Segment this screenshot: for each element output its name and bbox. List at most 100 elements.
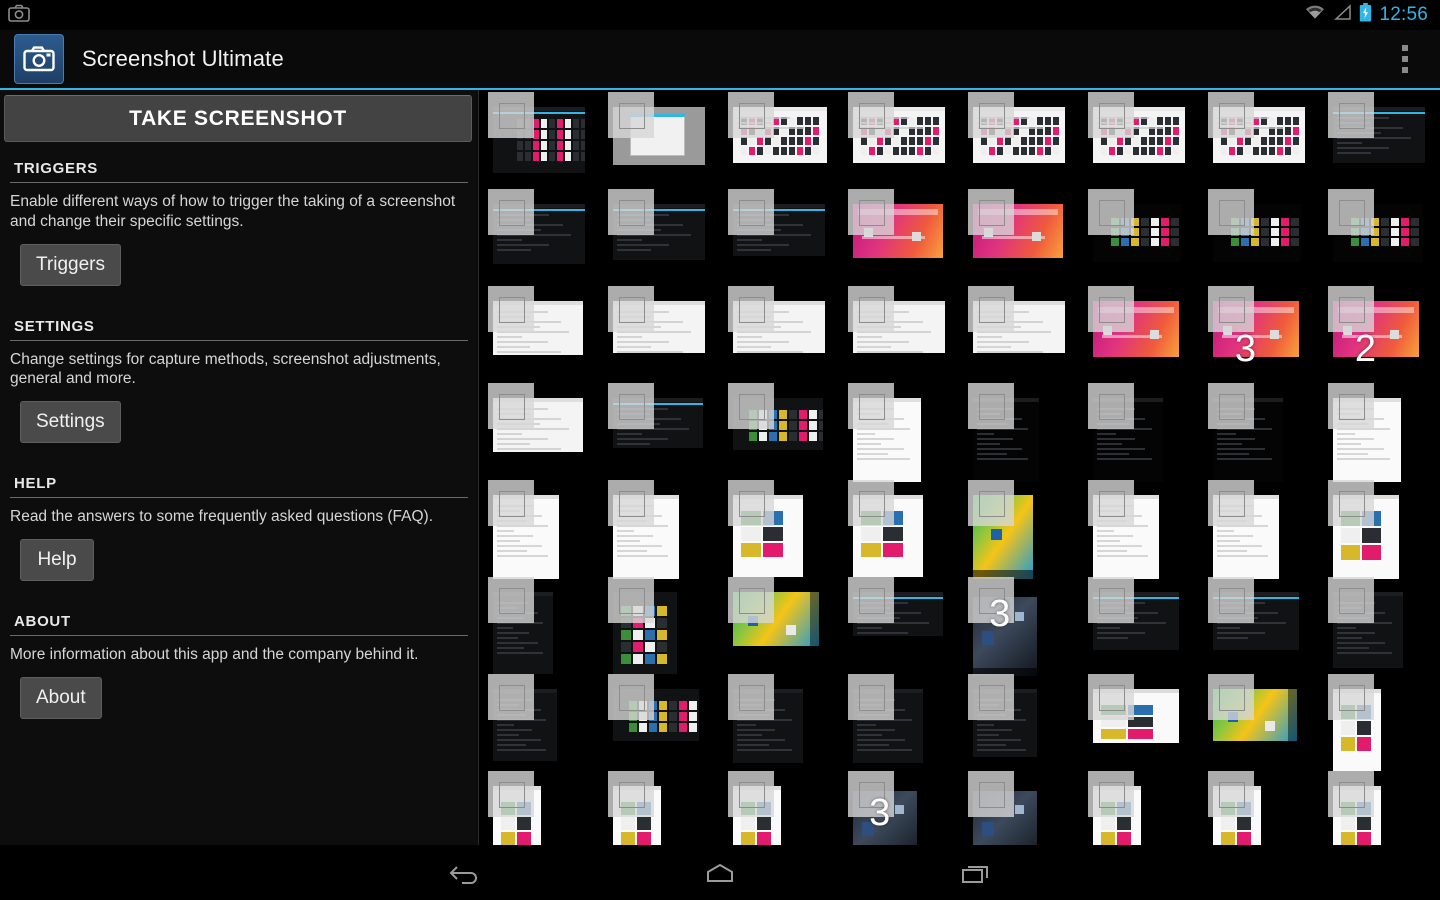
gallery-cell[interactable]	[724, 92, 844, 189]
gallery-cell[interactable]	[1084, 771, 1204, 845]
gallery-cell[interactable]	[964, 383, 1084, 483]
screenshot-gallery-grid[interactable]: 3 2 3 3	[480, 90, 1440, 845]
gallery-cell[interactable]	[844, 286, 964, 383]
image-placeholder-icon	[1328, 674, 1374, 720]
gallery-cell[interactable]	[1084, 383, 1204, 483]
gallery-cell[interactable]	[1204, 674, 1324, 771]
gallery-cell[interactable]	[1084, 189, 1204, 286]
gallery-cell[interactable]	[964, 674, 1084, 771]
gallery-cell[interactable]	[1204, 189, 1324, 286]
gallery-cell[interactable]	[1084, 674, 1204, 771]
gallery-cell[interactable]	[484, 189, 604, 286]
gallery-cell[interactable]	[844, 480, 964, 578]
section-description: Change settings for capture methods, scr…	[10, 350, 441, 388]
gallery-cell[interactable]	[1324, 674, 1440, 772]
gallery-cell[interactable]	[964, 771, 1084, 845]
gallery-cell[interactable]	[484, 92, 604, 189]
help-button[interactable]: Help	[20, 539, 94, 582]
gallery-cell[interactable]	[604, 577, 724, 675]
home-button[interactable]	[692, 851, 748, 895]
gallery-cell[interactable]	[844, 92, 964, 189]
gallery-cell[interactable]	[604, 480, 724, 580]
gallery-cell[interactable]	[1204, 577, 1324, 674]
gallery-cell[interactable]	[484, 383, 604, 480]
gallery-cell[interactable]	[604, 383, 724, 480]
thumbnail-count-badge: 3	[1234, 327, 1257, 370]
gallery-cell[interactable]	[1324, 480, 1440, 580]
gallery-cell[interactable]	[844, 674, 964, 771]
gallery-cell[interactable]	[484, 577, 604, 675]
image-placeholder-icon	[848, 674, 894, 720]
gallery-cell[interactable]	[724, 771, 844, 845]
image-placeholder-icon	[1208, 577, 1254, 623]
gallery-cell[interactable]	[1324, 771, 1440, 845]
gallery-cell[interactable]	[484, 674, 604, 771]
back-button[interactable]	[436, 851, 492, 895]
image-placeholder-icon	[728, 577, 774, 623]
gallery-cell[interactable]	[844, 383, 964, 483]
gallery-cell[interactable]	[724, 674, 844, 771]
image-placeholder-icon	[1328, 480, 1374, 526]
gallery-cell[interactable]: 3	[1204, 286, 1324, 383]
gallery-cell[interactable]: 2	[1324, 286, 1440, 383]
gallery-cell[interactable]	[1204, 383, 1324, 483]
gallery-cell[interactable]	[964, 480, 1084, 580]
image-placeholder-icon	[608, 92, 654, 138]
triggers-button[interactable]: Triggers	[20, 243, 121, 286]
gallery-cell[interactable]	[1084, 286, 1204, 383]
settings-button[interactable]: Settings	[20, 401, 121, 444]
status-bar-system-icons: 12:56	[1304, 3, 1440, 27]
image-placeholder-icon	[1328, 189, 1374, 235]
gallery-cell[interactable]	[1204, 92, 1324, 189]
gallery-cell[interactable]	[1324, 189, 1440, 286]
gallery-cell[interactable]	[724, 480, 844, 578]
gallery-cell[interactable]	[484, 480, 604, 580]
image-placeholder-icon	[1088, 189, 1134, 235]
camera-app-icon[interactable]	[14, 34, 64, 84]
gallery-cell[interactable]	[484, 771, 604, 845]
gallery-cell[interactable]	[724, 189, 844, 286]
gallery-cell[interactable]	[1084, 92, 1204, 189]
gallery-cell[interactable]	[604, 92, 724, 189]
image-placeholder-icon	[1088, 674, 1134, 720]
gallery-cell[interactable]	[1204, 480, 1324, 580]
take-screenshot-button[interactable]: TAKE SCREENSHOT	[4, 95, 472, 142]
image-placeholder-icon	[968, 92, 1014, 138]
gallery-cell[interactable]	[1324, 383, 1440, 483]
recent-apps-button[interactable]	[948, 851, 1004, 895]
gallery-cell[interactable]	[604, 674, 724, 771]
gallery-cell[interactable]	[604, 286, 724, 383]
gallery-cell[interactable]	[1084, 577, 1204, 674]
recents-icon	[962, 865, 988, 883]
gallery-cell[interactable]	[724, 577, 844, 674]
gallery-cell[interactable]	[964, 286, 1084, 383]
image-placeholder-icon	[608, 383, 654, 429]
gallery-cell[interactable]	[1324, 92, 1440, 189]
gallery-cell[interactable]	[484, 286, 604, 383]
screen: 12:56 Screenshot Ultimate TAKE SCREENSHO…	[0, 0, 1440, 900]
image-placeholder-icon	[1208, 674, 1254, 720]
gallery-cell[interactable]	[844, 189, 964, 286]
section-heading: TRIGGERS	[14, 160, 98, 177]
gallery-cell[interactable]	[724, 286, 844, 383]
gallery-cell[interactable]: 3	[964, 577, 1084, 677]
gallery-cell[interactable]	[1324, 577, 1440, 674]
image-placeholder-icon	[1088, 92, 1134, 138]
gallery-cell[interactable]	[604, 771, 724, 845]
image-placeholder-icon	[1328, 771, 1374, 817]
gallery-cell[interactable]	[604, 189, 724, 286]
gallery-cell[interactable]: 3	[844, 771, 964, 845]
gallery-cell[interactable]	[724, 383, 844, 480]
image-placeholder-icon	[848, 480, 894, 526]
image-placeholder-icon	[488, 286, 534, 332]
gallery-cell[interactable]	[844, 577, 964, 674]
gallery-cell[interactable]	[1204, 771, 1324, 845]
gallery-cell[interactable]	[964, 92, 1084, 189]
overflow-menu-icon[interactable]	[1388, 37, 1422, 81]
image-placeholder-icon	[848, 383, 894, 429]
gallery-cell[interactable]	[964, 189, 1084, 286]
image-placeholder-icon	[1088, 480, 1134, 526]
gallery-cell[interactable]	[1084, 480, 1204, 580]
about-button[interactable]: About	[20, 676, 102, 719]
image-placeholder-icon	[608, 286, 654, 332]
